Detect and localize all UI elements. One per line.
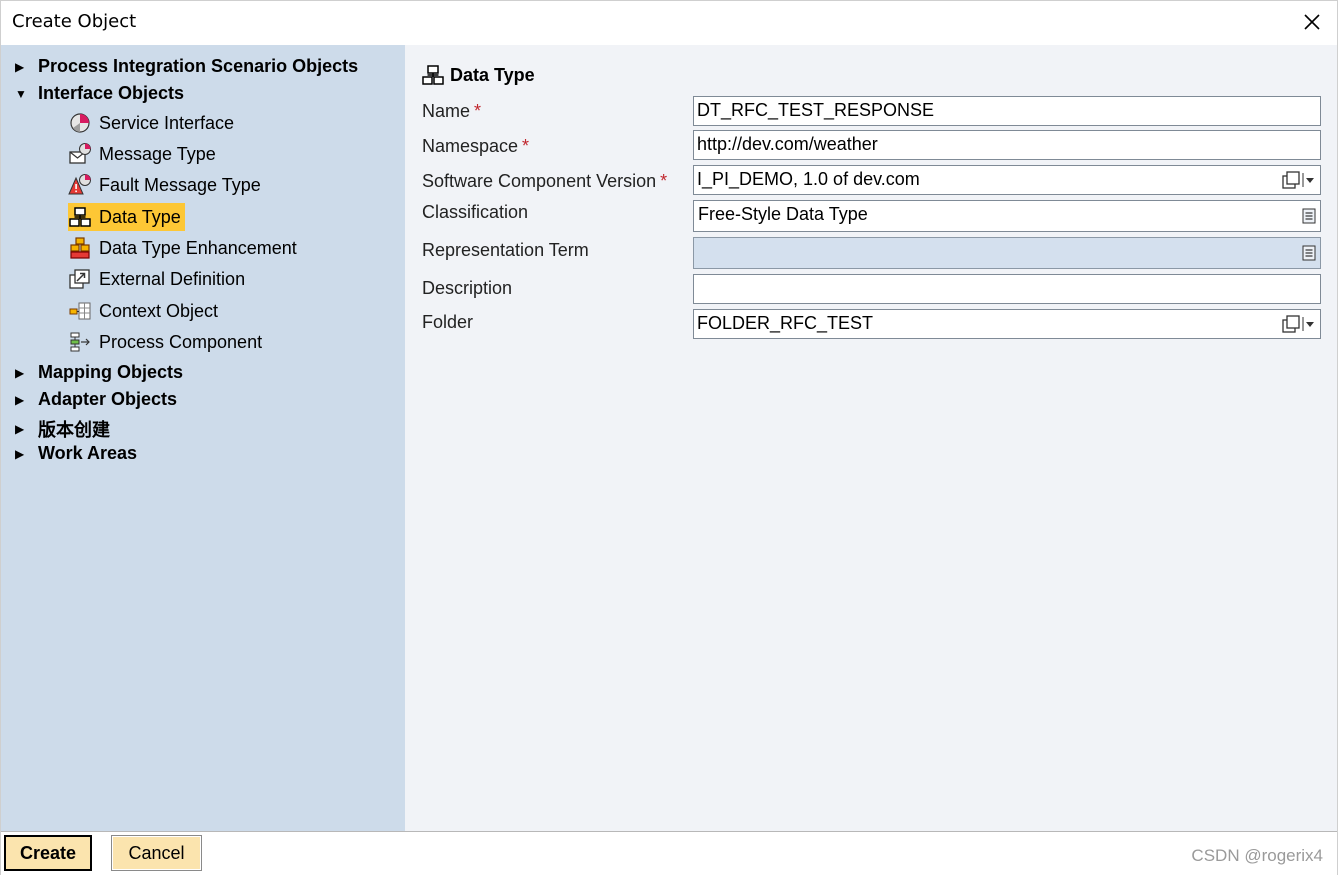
tree-item-service-interface[interactable]: Service Interface <box>68 109 238 137</box>
required-marker: * <box>474 101 482 121</box>
tree-item-data-type[interactable]: Data Type <box>68 203 185 231</box>
fault-message-type-icon <box>68 174 91 195</box>
list-icon <box>1302 208 1316 224</box>
tree-item-data-type-enhancement[interactable]: Data Type Enhancement <box>68 234 301 262</box>
watermark: CSDN @rogerix4 <box>1191 846 1323 865</box>
tree-item-label: Adapter Objects <box>38 389 178 409</box>
tree-item-label: Data Type <box>99 206 181 227</box>
label-text: Folder <box>422 312 474 332</box>
expand-right-icon: ▶ <box>15 365 25 380</box>
process-component-icon <box>70 332 90 352</box>
classification-list-button[interactable] <box>1301 206 1317 226</box>
folder-field[interactable]: FOLDER_RFC_TEST <box>693 309 1321 339</box>
name-value: DT_RFC_TEST_RESPONSE <box>697 100 935 120</box>
namespace-field[interactable]: http://dev.com/weather <box>693 130 1321 160</box>
representation-term-list-button <box>1301 243 1317 263</box>
tree-item-version-creation[interactable]: ▶ 版本创建 <box>15 416 110 442</box>
cancel-button[interactable]: Cancel <box>111 835 202 871</box>
data-type-icon <box>69 207 91 227</box>
label-text: Representation Term <box>422 240 589 260</box>
tree-item-label: Context Object <box>99 300 219 321</box>
classification-label: Classification <box>422 202 528 223</box>
software-component-version-value: I_PI_DEMO, 1.0 of dev.com <box>697 169 920 189</box>
section-title: Data Type <box>421 63 535 87</box>
tree-item-label: 版本创建 <box>38 420 110 441</box>
tree-item-process-component[interactable]: Process Component <box>68 328 266 356</box>
label-text: Software Component Version <box>422 171 657 191</box>
description-label: Description <box>422 278 512 299</box>
software-component-version-label: Software Component Version * <box>422 171 667 192</box>
label-text: Classification <box>422 202 529 222</box>
tree-item-fault-message-type[interactable]: Fault Message Type <box>68 171 265 199</box>
name-label: Name * <box>422 101 481 122</box>
expand-right-icon: ▶ <box>15 446 25 461</box>
data-type-icon <box>422 65 444 85</box>
tree-item-process-integration-scenario-objects[interactable]: ▶ Process Integration Scenario Objects <box>15 56 358 77</box>
message-type-icon <box>69 143 91 164</box>
expand-right-icon: ▶ <box>15 59 25 74</box>
representation-term-label: Representation Term <box>422 240 589 261</box>
tree-item-message-type[interactable]: Message Type <box>68 140 220 168</box>
tree-item-label: Process Component <box>99 331 263 352</box>
tree-item-adapter-objects[interactable]: ▶ Adapter Objects <box>15 389 177 410</box>
tree-item-work-areas[interactable]: ▶ Work Areas <box>15 443 137 464</box>
create-button[interactable]: Create <box>4 835 92 871</box>
value-help-dropdown-button[interactable] <box>1281 170 1317 190</box>
context-object-icon <box>69 302 91 320</box>
label-text: Namespace <box>422 136 519 156</box>
close-button[interactable] <box>1301 11 1323 33</box>
tree-item-label: Message Type <box>99 143 216 164</box>
tree-item-label: Data Type Enhancement <box>99 237 297 258</box>
section-title-text: Data Type <box>450 64 535 85</box>
description-field[interactable] <box>693 274 1321 304</box>
expand-right-icon: ▶ <box>15 422 25 436</box>
dialog-title: Create Object <box>12 11 137 32</box>
tree-item-context-object[interactable]: Context Object <box>68 297 222 325</box>
representation-term-select <box>693 237 1321 269</box>
folder-value: FOLDER_RFC_TEST <box>697 313 874 333</box>
required-marker: * <box>660 171 668 191</box>
object-details-form <box>405 45 1337 831</box>
value-help-dropdown-icon <box>1282 315 1314 333</box>
namespace-value: http://dev.com/weather <box>697 134 878 154</box>
title-bar: Create Object <box>1 1 1337 45</box>
name-field[interactable]: DT_RFC_TEST_RESPONSE <box>693 96 1321 126</box>
button-bar: Create Cancel CSDN @rogerix4 <box>1 831 1337 875</box>
tree-item-mapping-objects[interactable]: ▶ Mapping Objects <box>15 362 183 383</box>
tree-item-external-definition[interactable]: External Definition <box>68 265 249 293</box>
list-icon <box>1302 245 1316 261</box>
data-type-enhancement-icon <box>70 237 90 259</box>
classification-value: Free-Style Data Type <box>698 204 868 224</box>
classification-select[interactable]: Free-Style Data Type <box>693 200 1321 232</box>
tree-item-label: Process Integration Scenario Objects <box>38 56 359 76</box>
label-text: Description <box>422 278 513 298</box>
software-component-version-field[interactable]: I_PI_DEMO, 1.0 of dev.com <box>693 165 1321 195</box>
folder-label: Folder <box>422 312 473 333</box>
tree-item-label: External Definition <box>99 268 246 289</box>
folder-value-help-dropdown-button[interactable] <box>1281 314 1317 334</box>
tree-item-label: Mapping Objects <box>38 362 184 382</box>
external-definition-icon <box>69 269 90 289</box>
tree-item-label: Interface Objects <box>38 83 185 103</box>
tree-item-interface-objects[interactable]: ▼ Interface Objects <box>15 83 184 104</box>
tree-item-label: Fault Message Type <box>99 174 261 195</box>
required-marker: * <box>522 136 530 156</box>
value-help-dropdown-icon <box>1282 171 1314 189</box>
collapse-down-icon: ▼ <box>15 86 27 101</box>
namespace-label: Namespace * <box>422 136 529 157</box>
label-text: Name <box>422 101 471 121</box>
tree-item-label: Work Areas <box>38 443 138 463</box>
service-interface-icon <box>70 113 90 133</box>
expand-right-icon: ▶ <box>15 392 25 407</box>
create-object-dialog: Create Object ▶ Process Integration Scen… <box>0 0 1338 875</box>
tree-item-label: Service Interface <box>99 112 235 133</box>
close-icon <box>1304 14 1320 30</box>
